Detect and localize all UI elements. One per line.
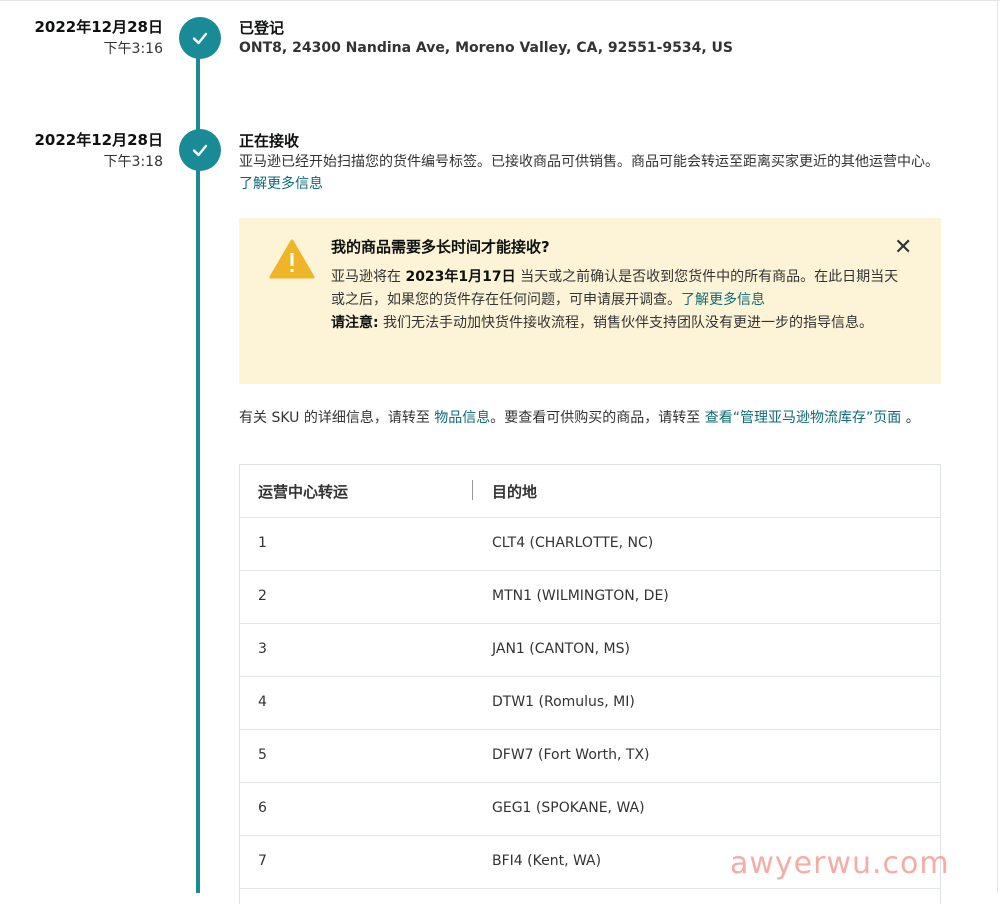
destination: CLT4 (CHARLOTTE, NC) [492, 535, 654, 551]
transfer-number: 1 [258, 535, 267, 551]
event-time: 下午3:18 [103, 154, 163, 170]
destination: MTN1 (WILMINGTON, DE) [492, 588, 669, 604]
check-icon [179, 129, 221, 171]
close-icon[interactable]: ✕ [894, 237, 912, 259]
destination: GEG1 (SPOKANE, WA) [492, 800, 645, 816]
check-icon [179, 17, 221, 59]
note-text: 我们无法手动加快货件接收流程，销售伙伴支持团队没有更进一步的指导信息。 [378, 315, 874, 331]
transfer-number: 7 [258, 853, 267, 869]
table-row: 4 DTW1 (Romulus, MI) [240, 677, 940, 730]
item-info-link[interactable]: 物品信息 [434, 410, 490, 426]
table-header: 运营中心转运 目的地 [240, 465, 940, 518]
alert-text: 亚马逊将在 [331, 269, 406, 285]
event-time: 下午3:16 [103, 41, 163, 57]
column-divider [472, 480, 473, 500]
event-address: ONT8, 24300 Nandina Ave, Moreno Valley, … [239, 40, 734, 56]
transfer-number: 4 [258, 694, 267, 710]
sku-text: 有关 SKU 的详细信息，请转至 [239, 410, 435, 426]
event-date: 2022年12月28日 [34, 18, 164, 36]
destination: BFI4 (Kent, WA) [492, 853, 602, 869]
right-divider [997, 0, 998, 893]
timeline-rail [196, 52, 200, 893]
alert-title: 我的商品需要多长时间才能接收? [331, 238, 550, 256]
table-row: 1 CLT4 (CHARLOTTE, NC) [240, 518, 940, 571]
sku-text: 。要查看可供购买的商品，请转至 [490, 410, 705, 426]
transfer-number: 6 [258, 800, 267, 816]
table-row: 5 DFW7 (Fort Worth, TX) [240, 730, 940, 783]
event-title: 已登记 [239, 19, 285, 37]
alert-body: 亚马逊将在 2023年1月17日 当天或之前确认是否收到您货件中的所有商品。在此… [331, 266, 901, 335]
table-row: 2 MTN1 (WILMINGTON, DE) [240, 571, 940, 624]
event-title: 正在接收 [239, 132, 300, 150]
event-2-datetime: 2022年12月28日 下午3:18 [35, 129, 164, 173]
event-date: 2022年12月28日 [34, 131, 164, 149]
sku-info: 有关 SKU 的详细信息，请转至 物品信息。要查看可供购买的商品，请转至 查看“… [239, 407, 939, 429]
column-header-transfer[interactable]: 运营中心转运 [258, 481, 348, 502]
event-1-datetime: 2022年12月28日 下午3:16 [35, 16, 164, 60]
learn-more-link[interactable]: 了解更多信息 [681, 292, 765, 308]
transfer-table: 运营中心转运 目的地 1 CLT4 (CHARLOTTE, NC) 2 MTN1 (… [239, 464, 941, 904]
warning-icon [269, 239, 315, 279]
manage-inventory-link[interactable]: 查看“管理亚马逊物流库存”页面 [705, 410, 902, 426]
sku-text: 。 [901, 410, 920, 426]
info-alert: 我的商品需要多长时间才能接收? ✕ 亚马逊将在 2023年1月17日 当天或之前… [239, 218, 941, 384]
transfer-number: 3 [258, 641, 267, 657]
transfer-number: 5 [258, 747, 267, 763]
learn-more-link[interactable]: 了解更多信息 [239, 176, 323, 192]
event-description: 亚马逊已经开始扫描您的货件编号标签。已接收商品可供销售。商品可能会转运至距离买家… [239, 151, 939, 195]
transfer-number: 2 [258, 588, 267, 604]
destination: JAN1 (CANTON, MS) [492, 641, 630, 657]
description-text: 亚马逊已经开始扫描您的货件编号标签。已接收商品可供销售。商品可能会转运至距离买家… [239, 154, 939, 170]
column-header-destination[interactable]: 目的地 [492, 481, 537, 502]
table-row: 6 GEG1 (SPOKANE, WA) [240, 783, 940, 836]
table-row: 3 JAN1 (CANTON, MS) [240, 624, 940, 677]
note-label: 请注意: [331, 315, 379, 331]
alert-date: 2023年1月17日 [405, 269, 516, 285]
destination: DFW7 (Fort Worth, TX) [492, 747, 650, 763]
destination: DTW1 (Romulus, MI) [492, 694, 635, 710]
watermark: awyerwu.com [730, 846, 950, 881]
top-divider [0, 0, 1000, 1]
